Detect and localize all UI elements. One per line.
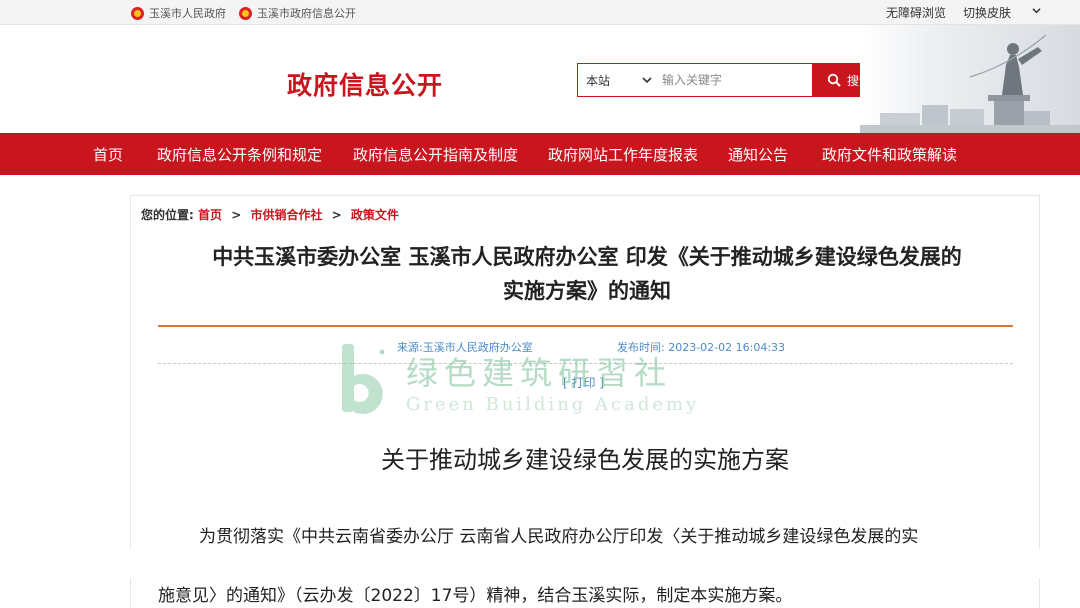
breadcrumb-separator: >: [231, 208, 242, 222]
search-icon: [827, 73, 841, 87]
article-title: 中共玉溪市委办公室 玉溪市人民政府办公室 印发《关于推动城乡建设绿色发展的 实施…: [151, 240, 1023, 308]
body-paragraph: 为贯彻落实《中共云南省委办公厅 云南省人民政府办公厅印发〈关于推动城乡建设绿色发…: [199, 527, 919, 547]
breadcrumb: 您的位置: 首页 > 市供销合作社 > 政策文件: [141, 206, 399, 223]
main-nav: 首页 政府信息公开条例和规定 政府信息公开指南及制度 政府网站工作年度报表 通知…: [0, 133, 1080, 175]
topbar-link-label: 玉溪市政府信息公开: [257, 7, 356, 20]
emblem-icon: [239, 6, 252, 20]
breadcrumb-home[interactable]: 首页: [198, 208, 222, 222]
breadcrumb-supply-coop[interactable]: 市供销合作社: [250, 208, 322, 222]
search-input[interactable]: [662, 65, 812, 95]
page-seam: [0, 548, 1080, 578]
site-header: 政府信息公开 本站 搜索: [0, 25, 1080, 133]
topbar-link-info-disclosure[interactable]: 玉溪市政府信息公开: [239, 5, 356, 21]
article-title-line: 实施方案》的通知: [503, 279, 671, 303]
search-box: 本站 搜索: [577, 63, 886, 97]
chevron-down-icon[interactable]: [642, 75, 652, 85]
nav-item-regulations[interactable]: 政府信息公开条例和规定: [157, 144, 322, 165]
site-title: 政府信息公开: [287, 71, 444, 100]
body-paragraph-continued: 施意见〉的通知》（云办发〔2022〕17号）精神，结合玉溪实际，制定本实施方案。: [158, 586, 793, 606]
top-utility-bar: 玉溪市人民政府 玉溪市政府信息公开 无障碍浏览 切换皮肤: [0, 0, 1080, 25]
meta-divider: [158, 363, 1013, 364]
skin-switch-link[interactable]: 切换皮肤: [963, 4, 1011, 21]
breadcrumb-separator: >: [331, 208, 342, 222]
breadcrumb-prefix: 您的位置:: [141, 208, 194, 222]
city-sculpture-illustration: [860, 25, 1080, 133]
article-source: 来源:玉溪市人民政府办公室: [397, 341, 533, 354]
nav-item-guide[interactable]: 政府信息公开指南及制度: [353, 144, 518, 165]
emblem-icon: [131, 6, 144, 20]
nav-item-home[interactable]: 首页: [93, 144, 123, 165]
accessibility-link[interactable]: 无障碍浏览: [886, 4, 946, 21]
article-title-line: 中共玉溪市委办公室 玉溪市人民政府办公室 印发《关于推动城乡建设绿色发展的: [212, 245, 962, 269]
search-scope-select[interactable]: 本站: [586, 72, 610, 89]
topbar-link-city-gov[interactable]: 玉溪市人民政府: [131, 5, 226, 21]
print-link[interactable]: [ 打印 ]: [563, 374, 604, 391]
topbar-link-label: 玉溪市人民政府: [149, 7, 226, 20]
nav-item-notices[interactable]: 通知公告: [728, 144, 788, 165]
article-publish-time: 发布时间: 2023-02-02 16:04:33: [617, 341, 786, 354]
nav-item-annual-report[interactable]: 政府网站工作年度报表: [548, 144, 698, 165]
article-card: 您的位置: 首页 > 市供销合作社 > 政策文件 中共玉溪市委办公室 玉溪市人民…: [130, 195, 1040, 608]
chevron-down-icon[interactable]: [1032, 6, 1041, 15]
document-title: 关于推动城乡建设绿色发展的实施方案: [381, 446, 789, 474]
title-divider: [158, 325, 1013, 327]
nav-item-policy-docs[interactable]: 政府文件和政策解读: [822, 144, 957, 165]
breadcrumb-policy-docs[interactable]: 政策文件: [351, 208, 399, 222]
